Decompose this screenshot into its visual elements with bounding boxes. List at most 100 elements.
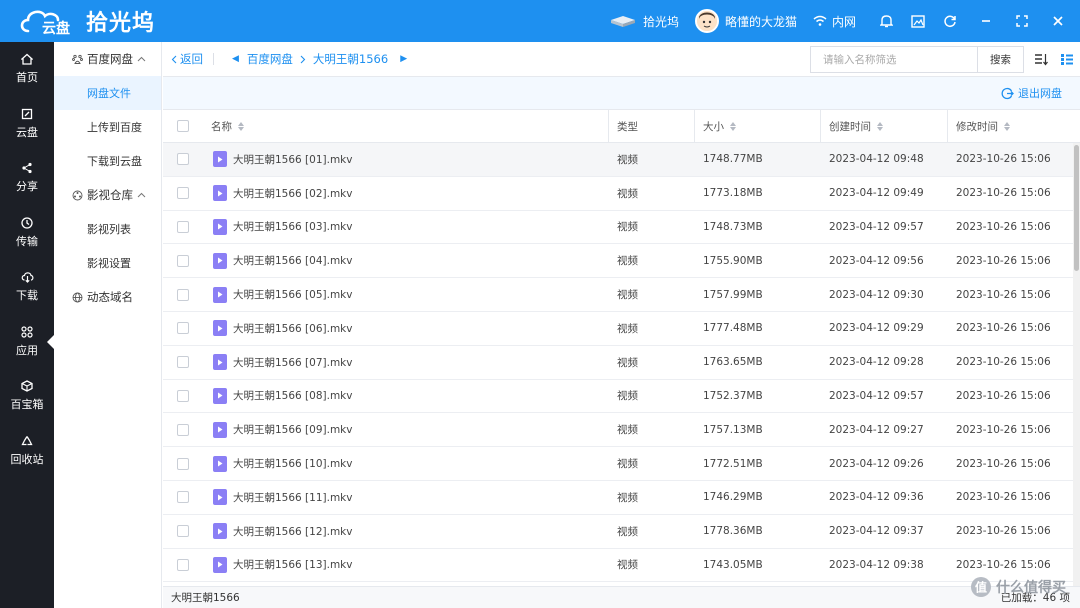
table-row[interactable]: 大明王朝1566 [07].mkv 视频 1763.65MB 2023-04-12 0…: [163, 346, 1073, 380]
breadcrumb-current-folder[interactable]: 大明王朝1566: [313, 51, 388, 67]
table-row[interactable]: 大明王朝1566 [09].mkv 视频 1757.13MB 2023-04-12 0…: [163, 413, 1073, 448]
download-icon: [21, 272, 33, 284]
row-checkbox[interactable]: [177, 220, 189, 233]
row-checkbox[interactable]: [177, 423, 189, 436]
search-button[interactable]: 搜索: [977, 45, 1024, 73]
file-name-cell[interactable]: 大明王朝1566 [13].mkv: [203, 549, 609, 582]
rail-item-download[interactable]: 下载: [0, 260, 54, 315]
device-selector[interactable]: 拾光坞: [609, 13, 679, 30]
file-type: 视频: [617, 153, 638, 166]
image-icon[interactable]: [910, 13, 926, 29]
file-name-cell[interactable]: 大明王朝1566 [02].mkv: [203, 177, 609, 210]
row-checkbox-cell: [163, 278, 203, 311]
column-modified[interactable]: 修改时间: [948, 110, 1064, 142]
home-icon: [21, 53, 33, 65]
row-checkbox[interactable]: [177, 153, 189, 166]
rail-item-share[interactable]: 分享: [0, 151, 54, 206]
sort-order-icon[interactable]: [1028, 46, 1054, 72]
file-name-cell[interactable]: 大明王朝1566 [10].mkv: [203, 447, 609, 480]
rail-item-apps[interactable]: 应用: [0, 315, 54, 370]
file-size-cell: 1757.99MB: [695, 278, 821, 311]
table-row[interactable]: 大明王朝1566 [03].mkv 视频 1748.73MB 2023-04-12 0…: [163, 211, 1073, 245]
row-checkbox[interactable]: [177, 457, 189, 470]
sidebar-item-media-list[interactable]: 影视列表: [54, 212, 161, 246]
created-time: 2023-04-12 09:57: [829, 220, 924, 233]
sidebar-group-baidu[interactable]: 百度网盘: [54, 42, 161, 76]
fullscreen-icon[interactable]: [1014, 13, 1030, 29]
row-checkbox[interactable]: [177, 187, 189, 200]
modified-time-cell: 2023-10-26 15:06: [948, 244, 1064, 277]
table-row[interactable]: 大明王朝1566 [02].mkv 视频 1773.18MB 2023-04-12 0…: [163, 177, 1073, 211]
row-checkbox[interactable]: [177, 491, 189, 504]
column-name[interactable]: 名称: [203, 110, 609, 142]
rail-item-home[interactable]: 首页: [0, 42, 54, 97]
file-name-cell[interactable]: 大明王朝1566 [07].mkv: [203, 346, 609, 379]
row-checkbox[interactable]: [177, 322, 189, 335]
table-row[interactable]: 大明王朝1566 [04].mkv 视频 1755.90MB 2023-04-12 0…: [163, 244, 1073, 279]
row-checkbox[interactable]: [177, 356, 189, 369]
table-row[interactable]: 大明王朝1566 [12].mkv 视频 1778.36MB 2023-04-12 0…: [163, 515, 1073, 549]
search-input[interactable]: 请输入名称筛选: [810, 45, 977, 73]
file-name-cell[interactable]: 大明王朝1566 [06].mkv: [203, 312, 609, 345]
file-name-cell[interactable]: 大明王朝1566 [12].mkv: [203, 515, 609, 548]
table-row[interactable]: 大明王朝1566 [08].mkv 视频 1752.37MB 2023-04-12 0…: [163, 380, 1073, 414]
video-file-icon: [213, 455, 227, 472]
breadcrumb-baidu[interactable]: 百度网盘: [247, 51, 293, 67]
table-row[interactable]: 大明王朝1566 [11].mkv 视频 1746.29MB 2023-04-12 0…: [163, 481, 1073, 515]
file-name-cell[interactable]: 大明王朝1566 [11].mkv: [203, 481, 609, 514]
file-name-cell[interactable]: 大明王朝1566 [08].mkv: [203, 380, 609, 413]
created-time: 2023-04-12 09:26: [829, 457, 924, 470]
file-name: 大明王朝1566 [05].mkv: [233, 289, 353, 302]
modified-time-cell: 2023-10-26 15:06: [948, 278, 1064, 311]
bell-icon[interactable]: [878, 13, 894, 29]
table-row[interactable]: 大明王朝1566 [10].mkv 视频 1772.51MB 2023-04-12 0…: [163, 447, 1073, 481]
sidebar-group-media[interactable]: 影视仓库: [54, 178, 161, 212]
vertical-scrollbar[interactable]: [1073, 143, 1080, 587]
row-checkbox[interactable]: [177, 288, 189, 301]
sidebar-item-upload-baidu[interactable]: 上传到百度: [54, 110, 161, 144]
table-row[interactable]: 大明王朝1566 [01].mkv 视频 1748.77MB 2023-04-12 0…: [163, 143, 1073, 177]
scrollbar-thumb[interactable]: [1074, 145, 1079, 271]
list-view-icon[interactable]: [1054, 46, 1080, 72]
table-row[interactable]: 大明王朝1566 [05].mkv 视频 1757.99MB 2023-04-12 0…: [163, 278, 1073, 312]
device-label: 拾光坞: [642, 14, 679, 29]
video-file-icon: [213, 421, 227, 438]
close-icon[interactable]: [1050, 13, 1066, 29]
file-size-cell: 1748.77MB: [695, 143, 821, 176]
table-row[interactable]: 大明王朝1566 [13].mkv 视频 1743.05MB 2023-04-12 0…: [163, 549, 1073, 583]
column-size[interactable]: 大小: [695, 110, 821, 142]
row-checkbox[interactable]: [177, 558, 189, 571]
network-status[interactable]: 内网: [813, 13, 856, 30]
video-file-icon: [213, 218, 227, 235]
file-name-cell[interactable]: 大明王朝1566 [09].mkv: [203, 413, 609, 446]
select-all-checkbox[interactable]: [177, 120, 189, 132]
sidebar-group-ddns[interactable]: 动态域名: [54, 280, 161, 314]
rail-item-transfer[interactable]: 传输: [0, 206, 54, 261]
created-time-cell: 2023-04-12 09:28: [821, 346, 948, 379]
column-created[interactable]: 创建时间: [821, 110, 948, 142]
sidebar-item-download-cloud[interactable]: 下载到云盘: [54, 144, 161, 178]
rail-item-recycle[interactable]: 回收站: [0, 424, 54, 479]
row-checkbox[interactable]: [177, 525, 189, 538]
minimize-icon[interactable]: [978, 13, 994, 29]
file-name-cell[interactable]: 大明王朝1566 [05].mkv: [203, 278, 609, 311]
row-checkbox[interactable]: [177, 254, 189, 267]
row-checkbox[interactable]: [177, 389, 189, 402]
exit-netdisk-button[interactable]: 退出网盘: [1018, 85, 1062, 101]
row-checkbox-cell: [163, 244, 203, 277]
file-name: 大明王朝1566 [01].mkv: [233, 153, 353, 166]
back-link[interactable]: 返回: [180, 51, 203, 67]
table-row[interactable]: 大明王朝1566 [06].mkv 视频 1777.48MB 2023-04-12 0…: [163, 312, 1073, 346]
created-time-cell: 2023-04-12 09:56: [821, 244, 948, 277]
created-time-cell: 2023-04-12 09:29: [821, 312, 948, 345]
file-name-cell[interactable]: 大明王朝1566 [01].mkv: [203, 143, 609, 176]
user-menu[interactable]: 略懂的大龙猫: [694, 9, 797, 33]
logo-mark-text: 云盘: [42, 21, 70, 37]
file-name-cell[interactable]: 大明王朝1566 [03].mkv: [203, 211, 609, 244]
sidebar-item-netdisk-files[interactable]: 网盘文件: [54, 76, 161, 110]
rail-item-cloud[interactable]: 云盘: [0, 97, 54, 152]
rail-item-toolbox[interactable]: 百宝箱: [0, 369, 54, 424]
sidebar-item-media-settings[interactable]: 影视设置: [54, 246, 161, 280]
refresh-icon[interactable]: [942, 13, 958, 29]
file-name-cell[interactable]: 大明王朝1566 [04].mkv: [203, 244, 609, 277]
